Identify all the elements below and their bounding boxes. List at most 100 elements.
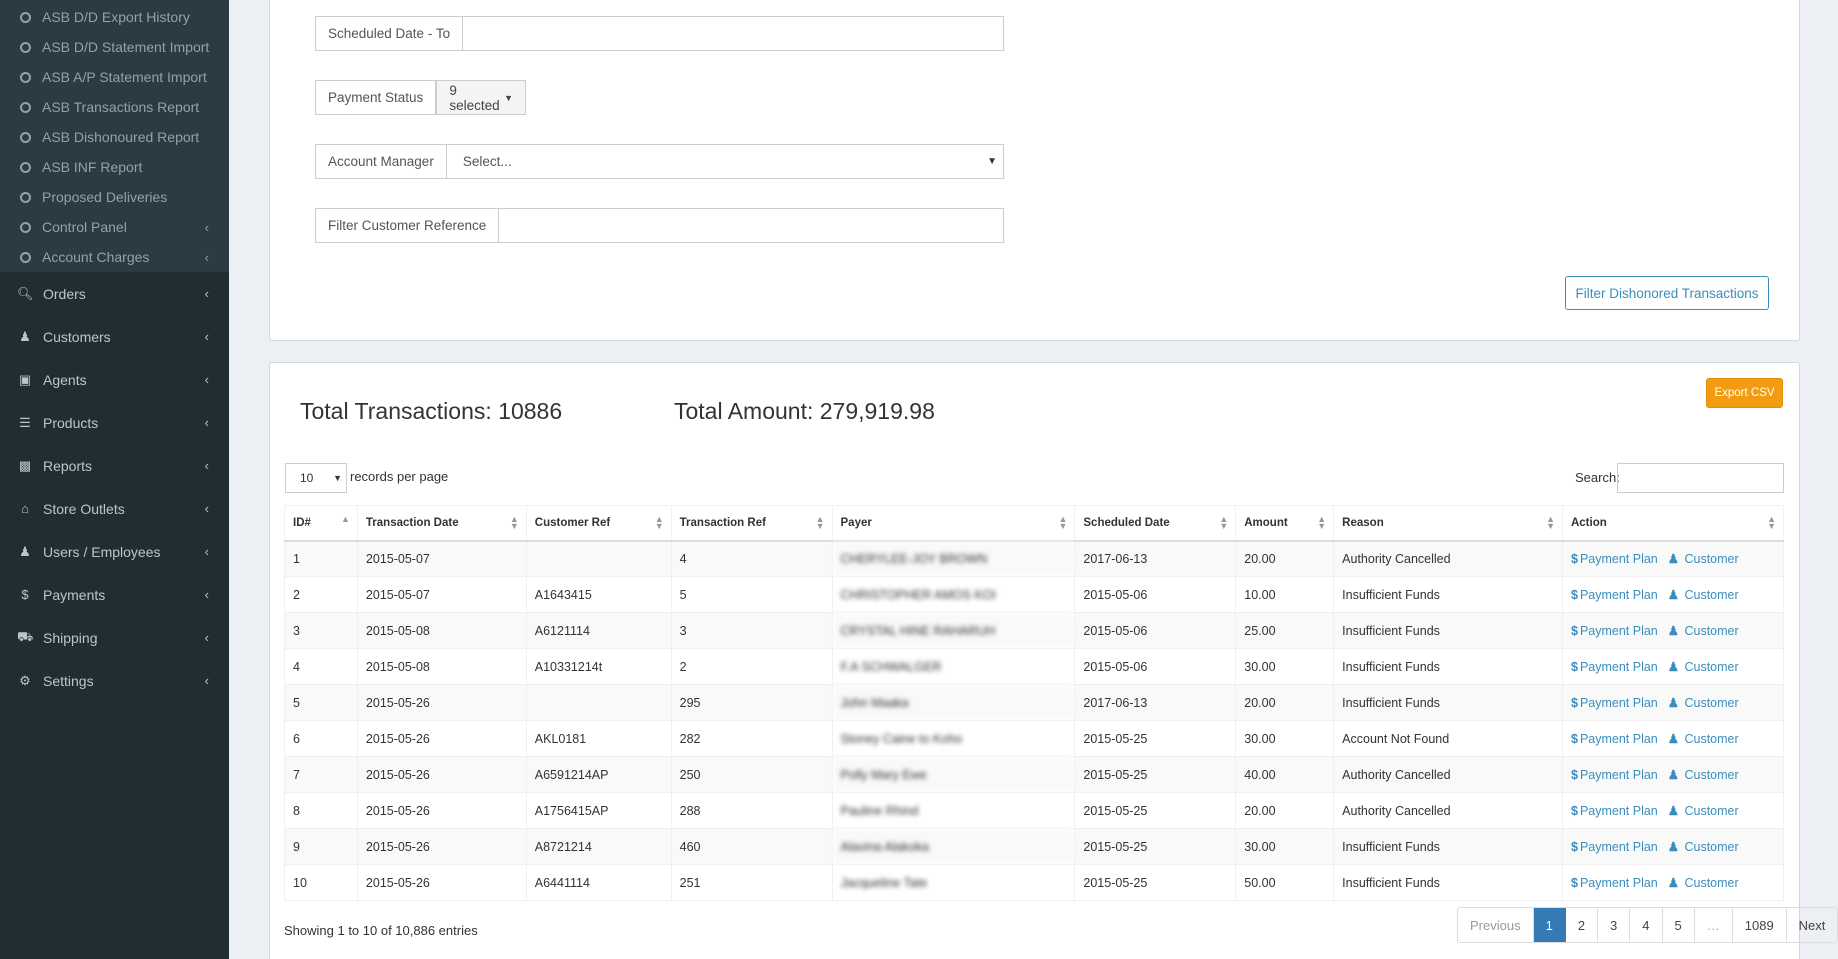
cell-transaction-ref: 282 <box>670 720 833 757</box>
customer-link[interactable]: ♟ Customer <box>1668 624 1739 638</box>
scheduled-date-to-input[interactable] <box>463 17 1003 50</box>
cell-payer: John Maaka <box>831 684 1076 721</box>
caret-down-icon: ▼ <box>333 473 342 483</box>
payment-plan-label: Payment Plan <box>1579 624 1658 638</box>
sidebar-item-users-employees[interactable]: ♟ Users / Employees ‹ <box>0 530 229 573</box>
customer-link[interactable]: ♟ Customer <box>1668 696 1739 710</box>
customer-link[interactable]: ♟ Customer <box>1668 804 1739 818</box>
column-header-transaction-date[interactable]: Transaction Date ▲ ▼ <box>356 505 527 542</box>
sidebar-item-asb-dishonoured-report[interactable]: ASB Dishonoured Report <box>0 122 229 152</box>
sidebar-item-label: ASB Dishonoured Report <box>42 129 200 145</box>
payment-status-multiselect[interactable]: 9 selected ▼ <box>436 81 525 114</box>
sidebar-item-orders[interactable]: 🔍︎ Orders ‹ <box>0 272 229 315</box>
payment-plan-link[interactable]: $ Payment Plan <box>1571 876 1658 890</box>
sidebar-item-reports[interactable]: ▩ Reports ‹ <box>0 444 229 487</box>
column-header-id[interactable]: ID# ▲ <box>284 505 358 542</box>
customer-link[interactable]: ♟ Customer <box>1668 660 1739 674</box>
customer-link[interactable]: ♟ Customer <box>1668 840 1739 854</box>
cell-transaction-ref: 4 <box>670 540 833 577</box>
cell-amount: 25.00 <box>1235 612 1335 649</box>
search-input[interactable] <box>1617 463 1784 493</box>
sidebar-item-store-outlets[interactable]: ⌂ Store Outlets ‹ <box>0 487 229 530</box>
payment-plan-link[interactable]: $ Payment Plan <box>1571 696 1658 710</box>
cell-id: 8 <box>284 792 358 829</box>
customer-link[interactable]: ♟ Customer <box>1668 768 1739 782</box>
cell-action: $ Payment Plan ♟ Customer <box>1561 720 1785 757</box>
pagination-previous[interactable]: Previous <box>1458 908 1534 942</box>
cell-amount: 20.00 <box>1235 684 1335 721</box>
circle-icon <box>20 161 31 173</box>
payment-plan-link[interactable]: $ Payment Plan <box>1571 804 1658 818</box>
customer-reference-input[interactable] <box>499 209 1003 242</box>
circle-icon <box>20 251 31 263</box>
account-manager-select[interactable]: Select... ▼ <box>447 145 1003 178</box>
sidebar-item-account-charges[interactable]: Account Charges ‹ <box>0 242 229 272</box>
column-header-action[interactable]: Action ▲ ▼ <box>1561 505 1785 542</box>
sidebar-item-settings[interactable]: ⚙ Settings ‹ <box>0 659 229 702</box>
column-header-label: Customer Ref <box>534 516 611 529</box>
payment-plan-link[interactable]: $ Payment Plan <box>1571 588 1658 602</box>
filter-dishonored-button[interactable]: Filter Dishonored Transactions <box>1565 276 1769 310</box>
sidebar-item-asb-dd-export-history[interactable]: ASB D/D Export History <box>0 2 229 32</box>
cell-id: 6 <box>284 720 358 757</box>
cell-payer: CHRISTOPHER AMOS KOI <box>831 576 1076 613</box>
customer-link[interactable]: ♟ Customer <box>1668 876 1739 890</box>
sidebar-item-asb-dd-statement-import[interactable]: ASB D/D Statement Import <box>0 32 229 62</box>
chevron-left-icon: ‹ <box>204 372 209 387</box>
pagination-page-4[interactable]: 4 <box>1630 908 1663 942</box>
pagination-page-2[interactable]: 2 <box>1566 908 1599 942</box>
cell-id: 2 <box>284 576 358 613</box>
pagination-page-5[interactable]: 5 <box>1663 908 1695 942</box>
sidebar-item-proposed-deliveries[interactable]: Proposed Deliveries <box>0 182 229 212</box>
sidebar-item-agents[interactable]: ▣ Agents ‹ <box>0 358 229 401</box>
customer-link[interactable]: ♟ Customer <box>1668 588 1739 602</box>
payment-plan-link[interactable]: $ Payment Plan <box>1571 624 1658 638</box>
customer-link[interactable]: ♟ Customer <box>1668 552 1739 566</box>
pagination-page-last[interactable]: 1089 <box>1733 908 1787 942</box>
sidebar-item-payments[interactable]: $ Payments ‹ <box>0 573 229 616</box>
payment-plan-link[interactable]: $ Payment Plan <box>1571 660 1658 674</box>
customer-link[interactable]: ♟ Customer <box>1668 732 1739 746</box>
pagination-page-3[interactable]: 3 <box>1598 908 1631 942</box>
cell-reason: Insufficient Funds <box>1333 648 1563 685</box>
cell-payer: Alavina Alakoka <box>831 828 1076 865</box>
payment-plan-link[interactable]: $ Payment Plan <box>1571 768 1658 782</box>
cell-amount: 30.00 <box>1235 828 1335 865</box>
payment-plan-label: Payment Plan <box>1579 768 1658 782</box>
circle-icon <box>20 41 31 53</box>
pagination-ellipsis: … <box>1695 908 1733 942</box>
customer-label: Customer <box>1684 804 1739 818</box>
sidebar-item-products[interactable]: ☰ Products ‹ <box>0 401 229 444</box>
pagination-next[interactable]: Next <box>1787 908 1838 942</box>
sidebar-item-asb-transactions-report[interactable]: ASB Transactions Report <box>0 92 229 122</box>
column-header-scheduled-date[interactable]: Scheduled Date ▲ ▼ <box>1074 505 1237 542</box>
user-icon: ♟ <box>1667 588 1679 602</box>
customer-label: Customer <box>1684 552 1739 567</box>
column-header-transaction-ref[interactable]: Transaction Ref ▲ ▼ <box>670 505 833 542</box>
sidebar-item-asb-ap-statement-import[interactable]: ASB A/P Statement Import <box>0 62 229 92</box>
pagination-page-1[interactable]: 1 <box>1533 908 1566 942</box>
sidebar-item-shipping[interactable]: ⛟ Shipping ‹ <box>0 616 229 659</box>
column-header-customer-ref[interactable]: Customer Ref ▲ ▼ <box>525 505 672 542</box>
sidebar-item-label: ASB Transactions Report <box>42 99 200 115</box>
page-length-select[interactable]: 10 ▼ <box>285 463 347 493</box>
column-header-amount[interactable]: Amount ▲ ▼ <box>1235 505 1335 542</box>
home-icon: ⌂ <box>21 501 29 516</box>
account-manager-group: Account Manager Select... ▼ <box>315 144 1004 179</box>
column-header-reason[interactable]: Reason ▲ ▼ <box>1333 505 1563 542</box>
dollar-icon: $ <box>1570 732 1578 746</box>
payment-plan-link[interactable]: $ Payment Plan <box>1571 840 1658 854</box>
sidebar-item-asb-inf-report[interactable]: ASB INF Report <box>0 152 229 182</box>
payment-plan-link[interactable]: $ Payment Plan <box>1571 732 1658 746</box>
cell-customer-ref: A1643415 <box>525 576 672 613</box>
sidebar-item-control-panel[interactable]: Control Panel ‹ <box>0 212 229 242</box>
column-header-payer[interactable]: Payer ▲ ▼ <box>831 505 1076 542</box>
export-csv-button[interactable]: Export CSV <box>1706 378 1783 408</box>
payment-plan-link[interactable]: $ Payment Plan <box>1571 552 1658 566</box>
dollar-icon: $ <box>1570 804 1578 818</box>
cell-scheduled-date: 2015-05-25 <box>1074 828 1237 865</box>
sidebar-item-label: ASB INF Report <box>42 159 143 175</box>
payment-plan-label: Payment Plan <box>1579 552 1658 567</box>
user-icon: ♟ <box>1667 696 1679 710</box>
sidebar-item-customers[interactable]: ♟ Customers ‹ <box>0 315 229 358</box>
